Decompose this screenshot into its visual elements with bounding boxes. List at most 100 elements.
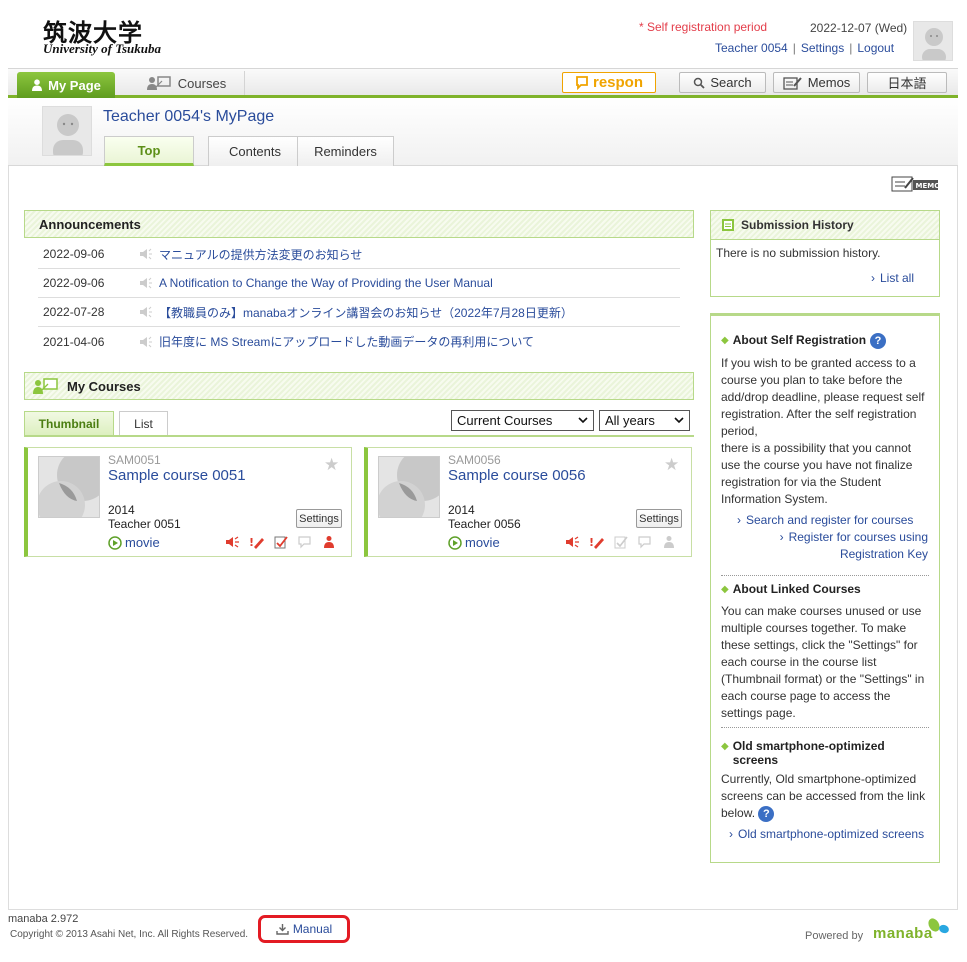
report-alert-icon[interactable] xyxy=(272,534,290,550)
course-year: 2014 xyxy=(108,503,135,517)
manaba-logo-text: manaba xyxy=(873,925,933,942)
search-button[interactable]: Search xyxy=(679,72,766,93)
help-icon[interactable]: ? xyxy=(758,805,775,822)
nav-tab-courses-label: Courses xyxy=(177,75,227,91)
announcement-row: 2022-09-06 マニュアルの提供方法変更のお知らせ xyxy=(38,240,680,269)
announcement-date: 2022-09-06 xyxy=(43,276,105,290)
announcements-title: Announcements xyxy=(39,216,141,232)
register-key-label-2: Registration Key xyxy=(839,547,928,561)
smartphone-link[interactable]: › Old smartphone-optimized screens xyxy=(721,826,931,843)
play-icon xyxy=(448,535,462,550)
nav-tab-mypage-label: My Page xyxy=(48,77,101,93)
search-icon xyxy=(694,77,706,89)
announcement-row: 2021-04-06 旧年度に MS Streamにアップロードした動画データの… xyxy=(38,327,680,356)
course-card[interactable]: SAM0056 Sample course 0056 ★ 2014 Teache… xyxy=(364,447,692,557)
announcement-row: 2022-07-28 【教職員のみ】manabaオンライン講習会のお知らせ（20… xyxy=(38,298,680,327)
linked-courses-text: You can make courses unused or use multi… xyxy=(721,604,925,720)
memos-button[interactable]: Memos xyxy=(773,72,860,93)
course-code: SAM0051 xyxy=(108,453,161,467)
report-icon[interactable] xyxy=(612,534,630,550)
course-settings-button[interactable]: Settings xyxy=(296,509,342,528)
self-registration-title-row: ◆ About Self Registration ? xyxy=(721,333,931,349)
manual-link[interactable]: Manual xyxy=(258,915,350,943)
tab-reminders[interactable]: Reminders xyxy=(297,136,394,166)
assignment-alert-icon[interactable]: ! xyxy=(248,534,266,550)
list-all-link[interactable]: › List all xyxy=(871,270,914,287)
self-registration-title: About Self Registration xyxy=(732,333,867,347)
speaker-icon xyxy=(140,277,152,289)
announcement-alert-icon[interactable] xyxy=(564,534,582,550)
course-movie-link[interactable]: movie xyxy=(108,535,160,550)
course-title-link[interactable]: Sample course 0051 xyxy=(108,467,246,484)
search-register-link[interactable]: › Search and register for courses xyxy=(721,512,931,529)
tab-thumbnail[interactable]: Thumbnail xyxy=(24,411,114,436)
announcement-link[interactable]: マニュアルの提供方法変更のお知らせ xyxy=(139,246,362,263)
nav-tab-courses[interactable]: Courses xyxy=(128,71,245,95)
divider xyxy=(721,727,929,728)
powered-by-text: Powered by xyxy=(805,930,864,942)
movie-label: movie xyxy=(465,535,500,550)
smartphone-text: Currently, Old smartphone-optimized scre… xyxy=(721,772,926,820)
info-panel: ◆ About Self Registration ? If you wish … xyxy=(710,313,940,863)
chevron-right-icon: › xyxy=(737,513,741,527)
speaker-icon xyxy=(140,248,152,260)
year-filter-select[interactable]: All years xyxy=(599,410,690,431)
course-status-icons: ! xyxy=(224,534,338,550)
tab-contents[interactable]: Contents xyxy=(208,136,302,166)
download-icon xyxy=(276,924,289,935)
link-separator: | xyxy=(849,41,853,55)
logout-link[interactable]: Logout xyxy=(857,41,894,55)
attendance-alert-icon[interactable] xyxy=(320,534,338,550)
announcement-link[interactable]: 旧年度に MS Streamにアップロードした動画データの再利用について xyxy=(139,333,534,350)
speaker-icon xyxy=(140,306,152,318)
announcement-link[interactable]: 【教職員のみ】manabaオンライン講習会のお知らせ（2022年7月28日更新） xyxy=(139,304,573,321)
user-name-link[interactable]: Teacher 0054 xyxy=(715,41,788,55)
current-date: 2022-12-07 (Wed) xyxy=(810,21,908,35)
tab-list[interactable]: List xyxy=(119,411,168,436)
courses-icon xyxy=(146,76,171,90)
profile-avatar xyxy=(42,106,92,156)
course-movie-link[interactable]: movie xyxy=(448,535,500,550)
submission-history-panel: Submission History There is no submissio… xyxy=(710,210,940,297)
chevron-right-icon: › xyxy=(871,271,875,285)
footer-version: manaba 2.972 xyxy=(8,913,79,925)
course-settings-button[interactable]: Settings xyxy=(636,509,682,528)
search-label: Search xyxy=(710,75,752,90)
register-key-label-1: Register for courses using xyxy=(788,530,928,544)
course-card[interactable]: SAM0051 Sample course 0051 ★ 2014 Teache… xyxy=(24,447,352,557)
favorite-star-icon[interactable]: ★ xyxy=(324,455,339,475)
diamond-bullet-icon: ◆ xyxy=(721,584,729,595)
language-button[interactable]: 日本語 xyxy=(867,72,947,93)
smartphone-text-row: Currently, Old smartphone-optimized scre… xyxy=(721,771,931,822)
tab-top[interactable]: Top xyxy=(104,136,194,166)
announcement-link[interactable]: A Notification to Change the Way of Prov… xyxy=(139,276,493,290)
chevron-right-icon: › xyxy=(729,827,733,841)
help-icon[interactable]: ? xyxy=(870,333,887,349)
self-registration-text-1: If you wish to be granted access to a co… xyxy=(721,356,925,438)
user-avatar[interactable] xyxy=(913,21,953,61)
respon-button[interactable]: respon xyxy=(562,72,656,93)
settings-link[interactable]: Settings xyxy=(801,41,844,55)
self-registration-section: ◆ About Self Registration ? If you wish … xyxy=(721,333,931,563)
attendance-icon[interactable] xyxy=(660,534,678,550)
chevron-down-icon xyxy=(578,417,588,424)
self-registration-text-2: there is a possibility that you cannot u… xyxy=(721,441,913,506)
announcement-row: 2022-09-06 A Notification to Change the … xyxy=(38,269,680,298)
course-thumbnail-graphic xyxy=(379,457,439,517)
my-courses-header: My Courses xyxy=(24,372,694,400)
course-tab-underline xyxy=(24,435,694,437)
nav-tab-mypage[interactable]: My Page xyxy=(17,72,115,98)
course-title-link[interactable]: Sample course 0056 xyxy=(448,467,586,484)
link-separator: | xyxy=(792,41,796,55)
assignment-alert-icon[interactable]: ! xyxy=(588,534,606,550)
announcement-alert-icon[interactable] xyxy=(224,534,242,550)
register-key-link[interactable]: › Register for courses using Registration… xyxy=(721,529,931,563)
memo-icon[interactable]: MEMO xyxy=(891,176,940,192)
course-teacher: Teacher 0051 xyxy=(108,517,181,531)
course-filter-select[interactable]: Current Courses xyxy=(451,410,594,431)
svg-text:!: ! xyxy=(249,536,254,549)
discussion-icon[interactable] xyxy=(296,534,314,550)
course-teacher: Teacher 0056 xyxy=(448,517,521,531)
favorite-star-icon[interactable]: ★ xyxy=(664,455,679,475)
discussion-icon[interactable] xyxy=(636,534,654,550)
